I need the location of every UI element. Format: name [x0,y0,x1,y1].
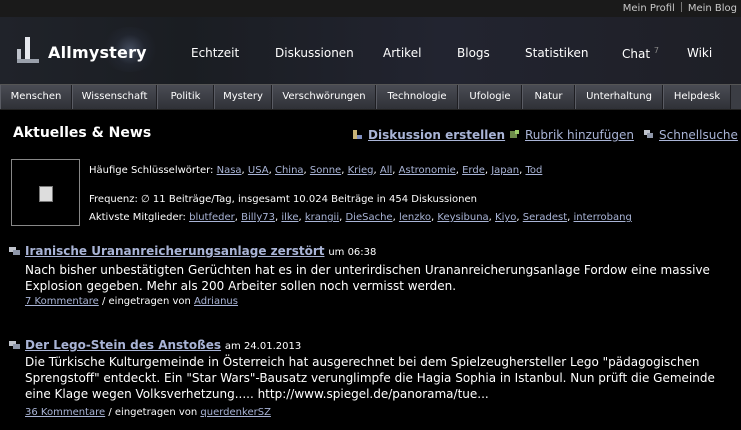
nav-artikel[interactable]: Artikel [383,46,421,60]
category-wissenschaft[interactable]: Wissenschaft [72,85,157,109]
article-date: am 24.01.2013 [224,341,302,352]
comments-link[interactable]: 36 Kommentare [25,407,105,418]
rubric-image-box [11,159,80,226]
nav-chat[interactable]: Chat 7 [622,46,659,61]
category-technologie[interactable]: Technologie [376,85,458,109]
article-title-link[interactable]: Iranische Urananreicherungsanlage zerstö… [25,244,324,258]
category-bar: Menschen Wissenschaft Politik Mystery Ve… [0,84,741,110]
nav-echtzeit[interactable]: Echtzeit [191,46,239,60]
member-link[interactable]: Billy73 [241,212,275,223]
posted-by-label: / eingetragen von [101,296,191,307]
member-link[interactable]: krangii [305,212,339,223]
category-unterhaltung[interactable]: Unterhaltung [575,85,663,109]
comments-link[interactable]: 7 Kommentare [25,296,99,307]
divider [680,2,682,12]
add-rubric-link[interactable]: Rubrik hinzufügen [510,128,634,142]
nav-statistiken[interactable]: Statistiken [525,46,589,60]
create-discussion-label: Diskussion erstellen [368,128,506,142]
article-header: Der Lego-Stein des Anstoßes am 24.01.201… [9,338,301,352]
member-link[interactable]: Seradest [523,212,567,223]
site-header: Allmystery Echtzeit Diskussionen Artikel… [0,17,741,84]
category-politik[interactable]: Politik [157,85,214,109]
page-title: Aktuelles & News [13,125,152,141]
active-members-line: Aktivste Mitglieder: blutfeder, Billy73,… [89,212,632,223]
keyword-link[interactable]: Nasa [217,165,242,176]
frequency-line: Frequenz: ∅ 11 Beiträge/Tag, insgesamt 1… [89,194,477,205]
add-rubric-label: Rubrik hinzufügen [525,128,634,142]
category-ufologie[interactable]: Ufologie [458,85,522,109]
chat-count-badge: 7 [653,46,659,55]
article-title-link[interactable]: Der Lego-Stein des Anstoßes [25,338,221,352]
keyword-link[interactable]: Japan [491,165,519,176]
speech-bubble-icon [9,341,20,349]
member-link[interactable]: lenzko [399,212,431,223]
keyword-link[interactable]: Krieg [348,165,374,176]
top-bar: Mein Profil Mein Blog [0,0,741,17]
keyword-link[interactable]: Astronomie [399,165,456,176]
keyword-link[interactable]: China [275,165,304,176]
article-meta: 7 Kommentare / eingetragen von Adrianus [25,296,238,307]
member-link[interactable]: DieSache [345,212,392,223]
active-members-label: Aktivste Mitglieder: [89,212,186,223]
article-meta: 36 Kommentare / eingetragen von querdenk… [25,407,271,418]
nav-diskussionen[interactable]: Diskussionen [275,46,354,60]
nav-blogs[interactable]: Blogs [457,46,490,60]
posted-by-label: / eingetragen von [108,407,198,418]
keywords-label: Häufige Schlüsselwörter: [89,165,214,176]
user-links: Mein Profil Mein Blog [623,2,737,14]
author-link[interactable]: querdenkerSZ [200,407,271,418]
category-verschwoerungen[interactable]: Verschwörungen [272,85,376,109]
nav-wiki[interactable]: Wiki [687,46,712,60]
my-profile-link[interactable]: Mein Profil [623,3,675,14]
article-header: Iranische Urananreicherungsanlage zerstö… [9,244,376,258]
speech-bubble-icon [644,130,653,138]
author-link[interactable]: Adrianus [194,296,238,307]
create-discussion-link[interactable]: Diskussion erstellen [353,128,505,142]
keywords-line: Häufige Schlüsselwörter: Nasa, USA, Chin… [89,165,543,176]
member-link[interactable]: interrobang [574,212,632,223]
keyword-link[interactable]: Erde [462,165,485,176]
keyword-link[interactable]: All [380,165,392,176]
article-teaser: Die Türkische Kulturgemeinde in Österrei… [25,355,715,401]
member-link[interactable]: blutfeder [189,212,235,223]
category-mystery[interactable]: Mystery [214,85,272,109]
member-link[interactable]: Keysibuna [437,212,488,223]
article-date: um 06:38 [328,247,377,258]
article-teaser: Nach bisher unbestätigten Gerüchten hat … [25,263,710,293]
nav-chat-label: Chat [622,47,651,61]
allmystery-logo-icon[interactable] [15,35,41,65]
site-logo-text[interactable]: Allmystery [48,43,147,62]
category-natur[interactable]: Natur [522,85,575,109]
member-link[interactable]: Kiyo [495,212,516,223]
speech-bubble-icon [9,247,20,255]
category-menschen[interactable]: Menschen [0,85,72,109]
quick-search-link[interactable]: Schnellsuche [644,128,738,142]
member-link[interactable]: ilke [281,212,298,223]
keyword-link[interactable]: Tod [525,165,542,176]
create-discussion-icon [353,130,362,139]
category-helpdesk[interactable]: Helpdesk [663,85,731,109]
quick-search-label: Schnellsuche [659,128,738,142]
my-blog-link[interactable]: Mein Blog [688,3,737,14]
keyword-link[interactable]: Sonne [310,165,341,176]
add-rubric-icon [510,130,519,138]
broken-image-icon [39,186,53,202]
keyword-link[interactable]: USA [248,165,269,176]
